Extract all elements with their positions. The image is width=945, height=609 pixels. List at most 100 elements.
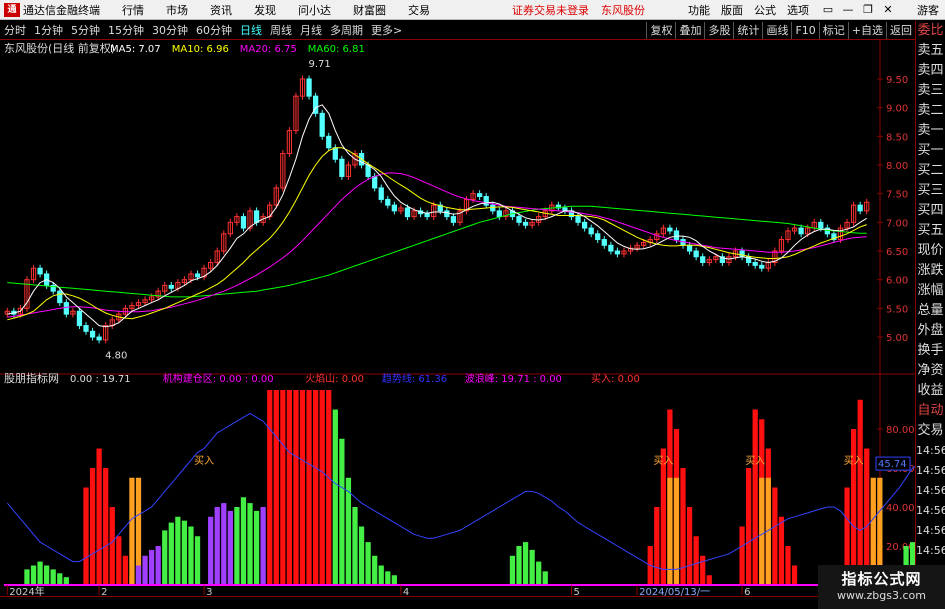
candle-body (581, 221, 588, 229)
mark-button[interactable]: 标记 (818, 22, 848, 39)
current-value-label: 45.74 (878, 459, 907, 470)
menu-item-quotes[interactable]: 行情 (122, 2, 144, 18)
restore-icon[interactable]: ▭ (819, 2, 837, 18)
flame-bar (700, 555, 706, 585)
candle-body (385, 198, 391, 206)
side-item-change-pct[interactable]: 涨幅 (916, 281, 945, 301)
f10-button[interactable]: F10 (791, 22, 818, 39)
menu-item-discover[interactable]: 发现 (254, 2, 276, 18)
statistics-button[interactable]: 统计 (733, 22, 762, 39)
trend-bar (542, 571, 548, 585)
period-tab-5min[interactable]: 5分钟 (67, 22, 104, 38)
side-item-ask5[interactable]: 卖五 (916, 41, 945, 61)
period-tab-15min[interactable]: 15分钟 (104, 22, 148, 38)
side-item-bid1[interactable]: 买一 (916, 141, 945, 161)
flame-bar (326, 390, 332, 585)
flame-bar (857, 399, 863, 585)
side-item-ask4[interactable]: 卖四 (916, 61, 945, 81)
side-item-trades[interactable]: 交易 (916, 421, 945, 441)
menu-item-ask[interactable]: 问小达 (298, 2, 331, 18)
buy-signal-label: 买入 (653, 455, 673, 467)
period-tab-more[interactable]: 更多> (367, 22, 406, 38)
close-icon[interactable]: ✕ (879, 2, 897, 18)
trend-bar (188, 526, 194, 585)
side-item-volume[interactable]: 总量 (916, 301, 945, 321)
candle-body (477, 193, 483, 198)
period-tab-timeshare[interactable]: 分时 (0, 22, 30, 38)
maximize-icon[interactable]: ❐ (859, 2, 877, 18)
flame-bar (746, 468, 752, 585)
accumulation-bar (155, 546, 161, 585)
guest-login[interactable]: 游客 (917, 2, 939, 18)
candle-body (168, 284, 174, 289)
side-item-net-assets[interactable]: 净资 (916, 361, 945, 381)
side-item-ask1[interactable]: 卖一 (916, 121, 945, 141)
side-item-ask2[interactable]: 卖二 (916, 101, 945, 121)
side-item-turnover[interactable]: 换手 (916, 341, 945, 361)
side-item-bid4[interactable]: 买四 (916, 201, 945, 221)
draw-line-button[interactable]: 画线 (762, 22, 791, 39)
trend-bar (175, 516, 181, 585)
menu-item-market[interactable]: 市场 (166, 2, 188, 18)
period-tab-1min[interactable]: 1分钟 (30, 22, 67, 38)
period-tab-monthly[interactable]: 月线 (296, 22, 326, 38)
add-watchlist-button[interactable]: +自选 (847, 22, 886, 39)
flame-bar (660, 448, 666, 585)
side-item-bid2[interactable]: 买二 (916, 161, 945, 181)
candle-body (739, 250, 745, 258)
side-item-bid5[interactable]: 买五 (916, 221, 945, 241)
menu-item-news[interactable]: 资讯 (210, 2, 232, 18)
menu-item-trade[interactable]: 交易 (408, 2, 430, 18)
side-item-price[interactable]: 现价 (916, 241, 945, 261)
candle-body (818, 221, 824, 229)
candle-body (522, 221, 529, 226)
flame-bar (96, 448, 102, 585)
side-item-outer[interactable]: 外盘 (916, 321, 945, 341)
back-button[interactable]: 返回 (886, 22, 915, 39)
stock-chart[interactable]: 5.00 5.50 6.00 6.50 7.00 7.50 8.00 8.50 9.00 9.50… (0, 40, 915, 596)
flame-bar (706, 575, 712, 585)
x-axis-label: 4 (403, 587, 409, 596)
menu-item-options[interactable]: 选项 (787, 2, 809, 18)
minimize-icon[interactable]: — (839, 2, 857, 18)
accumulation-bar (148, 549, 155, 585)
buy-signal-label: 买入 (194, 455, 214, 467)
menu-item-wealth[interactable]: 财富圈 (353, 2, 386, 18)
candle-body (83, 325, 89, 332)
overlay-button[interactable]: 叠加 (675, 22, 704, 39)
candle-body (89, 330, 96, 338)
x-axis-label: 3 (206, 587, 212, 596)
candle-body (37, 267, 43, 275)
candle-body (319, 112, 325, 137)
trend-bar (385, 571, 391, 585)
adjust-button[interactable]: 复权 (646, 22, 675, 39)
side-item-auto[interactable]: 自动 (916, 401, 945, 421)
period-tab-weekly[interactable]: 周线 (266, 22, 296, 38)
indicator-legend-item: 趋势线: 61.36 (382, 372, 447, 385)
side-item-earnings[interactable]: 收益 (916, 381, 945, 401)
side-item-change[interactable]: 涨跌 (916, 261, 945, 281)
candle-body (253, 210, 260, 223)
accumulation-bar (135, 565, 142, 585)
menu-item-layout[interactable]: 版面 (721, 2, 743, 18)
multi-stock-button[interactable]: 多股 (704, 22, 733, 39)
period-tab-60min[interactable]: 60分钟 (192, 22, 236, 38)
menu-item-formula[interactable]: 公式 (754, 2, 776, 18)
side-item-weibi[interactable]: 委比 (916, 21, 945, 41)
trend-bar (247, 503, 253, 585)
period-tab-multi[interactable]: 多周期 (326, 22, 367, 38)
indicator-y-tick-label: 80.00 (886, 425, 915, 436)
period-tab-daily[interactable]: 日线 (236, 22, 266, 38)
side-item-ask3[interactable]: 卖三 (916, 81, 945, 101)
candle-body (404, 207, 411, 218)
candle-body (798, 227, 804, 235)
accumulation-bar (208, 516, 214, 585)
price-y-tick-label: 6.00 (886, 276, 908, 287)
indicator-legend-item: 火焰山: 0.00 (305, 372, 364, 385)
trade-login-notice[interactable]: 证券交易未登录 (512, 2, 589, 18)
buy-signal-label: 买入 (844, 455, 864, 467)
tick-time: 14:56 (916, 484, 945, 497)
menu-item-functions[interactable]: 功能 (688, 2, 710, 18)
side-item-bid3[interactable]: 买三 (916, 181, 945, 201)
period-tab-30min[interactable]: 30分钟 (148, 22, 192, 38)
